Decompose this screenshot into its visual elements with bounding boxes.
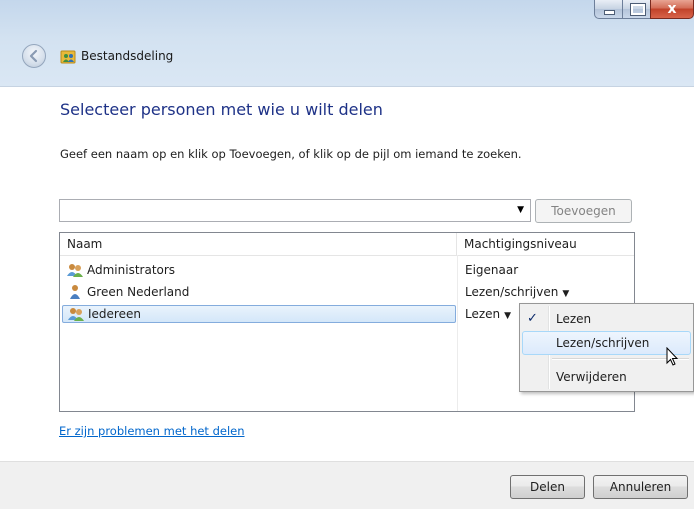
cancel-button[interactable]: Annuleren [593,475,688,499]
menu-item-read[interactable]: ✓ Lezen [522,307,691,331]
minimize-button[interactable] [594,0,622,19]
permission-cell: Eigenaar [465,261,518,279]
permission-cell[interactable]: Lezen ▼ [465,305,511,323]
instructions-text: Geef een naam op en klik op Toevoegen, o… [60,147,522,161]
name-combobox[interactable]: ▼ [59,199,531,222]
sharing-problems-link[interactable]: Er zijn problemen met het delen [59,424,245,438]
row-permission: Lezen [465,307,501,321]
name-cell: Iedereen [62,305,456,323]
share-button[interactable]: Delen [510,475,585,499]
page-heading: Selecteer personen met wie u wilt delen [60,100,383,119]
window-title: Bestandsdeling [81,49,174,63]
user-icon [70,285,80,299]
menu-item-remove[interactable]: Verwijderen [522,365,691,389]
column-header-name[interactable]: Naam [60,233,457,255]
mouse-cursor-icon [666,347,679,366]
list-row[interactable]: Administrators Eigenaar [60,261,634,279]
column-header-permission[interactable]: Machtigingsniveau [457,233,634,255]
close-icon: x [667,1,677,17]
menu-item-label: Verwijderen [556,370,627,384]
group-icon [68,308,84,321]
close-button[interactable]: x [650,0,694,19]
permission-dropdown-icon[interactable]: ▼ [562,289,569,299]
maximize-button[interactable] [622,0,650,19]
name-cell: Administrators [62,261,456,279]
row-permission: Lezen/schrijven [465,285,559,299]
checkmark-icon: ✓ [527,311,538,326]
caption-buttons: x [594,0,694,20]
add-button[interactable]: Toevoegen [535,199,632,223]
permission-cell[interactable]: Lezen/schrijven ▼ [465,283,569,301]
row-name: Administrators [87,263,176,277]
row-permission: Eigenaar [465,263,519,277]
menu-item-label: Lezen [556,312,592,326]
footer-bar [0,461,694,509]
list-header: Naam Machtigingsniveau [60,233,634,256]
back-button[interactable] [22,44,46,68]
dropdown-arrow-icon[interactable]: ▼ [517,205,524,215]
back-arrow-icon [29,49,38,63]
title-bar: x Bestandsdeling [0,0,694,87]
sharing-icon [60,50,76,64]
list-row[interactable]: Green Nederland Lezen/schrijven ▼ [60,283,634,301]
row-name: Iedereen [88,307,141,321]
menu-item-label: Lezen/schrijven [556,336,650,350]
row-name: Green Nederland [87,285,190,299]
name-cell: Green Nederland [62,283,456,301]
name-input[interactable] [63,201,507,222]
group-icon [67,264,83,277]
permission-dropdown-icon[interactable]: ▼ [504,311,511,321]
